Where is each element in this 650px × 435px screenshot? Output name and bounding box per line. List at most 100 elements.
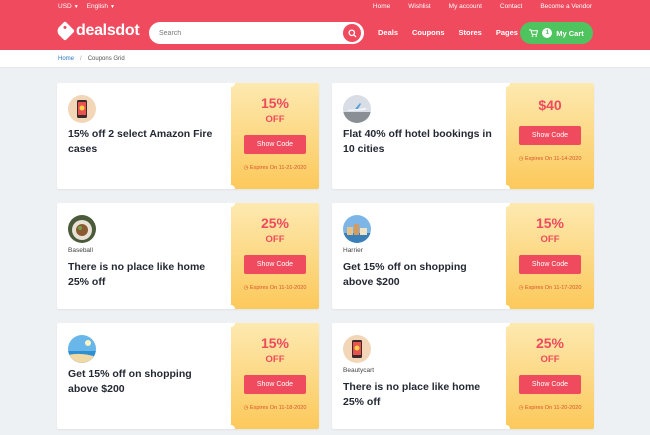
coupon-offer-panel: 15% OFF Show Code ◷ Expires On 11-18-202… — [227, 323, 319, 429]
show-code-button[interactable]: Show Code — [244, 135, 306, 154]
discount-percent: 15% — [260, 95, 290, 111]
coupon-card: Baseball There is no place like home 25%… — [57, 203, 319, 309]
ticket-notch — [227, 323, 235, 327]
top-link-account[interactable]: My account — [449, 3, 482, 10]
top-link-home[interactable]: Home — [373, 3, 390, 10]
main-nav: Deals Coupons Stores Pages — [378, 28, 518, 37]
discount-amount: $40 — [538, 97, 562, 113]
breadcrumb: Home / Coupons Grid — [0, 50, 650, 68]
expiry-text: Expires On 11-10-2020 — [249, 285, 307, 291]
store-logo — [343, 335, 371, 363]
store-name[interactable]: Baseball — [68, 247, 221, 254]
show-code-button[interactable]: Show Code — [519, 375, 581, 394]
expiry-text: Expires On 11-20-2020 — [524, 405, 582, 411]
logo[interactable]: dealsdot — [55, 21, 140, 41]
coupon-offer-panel: $40 Show Code ◷ Expires On 11-14-2020 — [502, 83, 594, 189]
store-name[interactable]: Harrier — [343, 247, 496, 254]
expiry-date: ◷ Expires On 11-10-2020 — [231, 285, 319, 291]
expiry-date: ◷ Expires On 11-21-2020 — [231, 165, 319, 171]
show-code-button[interactable]: Show Code — [244, 375, 306, 394]
beach-icon — [68, 335, 96, 363]
coupon-offer-panel: 15% OFF Show Code ◷ Expires On 11-21-202… — [227, 83, 319, 189]
caret-down-icon: ▼ — [73, 4, 79, 10]
ticket-notch — [502, 203, 510, 207]
currency-label: USD — [58, 3, 72, 10]
airplane-icon — [343, 95, 371, 123]
expiry-date: ◷ Expires On 11-20-2020 — [506, 405, 594, 411]
breadcrumb-home[interactable]: Home — [58, 56, 74, 62]
search-button[interactable] — [343, 24, 361, 42]
show-code-button[interactable]: Show Code — [244, 255, 306, 274]
coupon-card: Get 15% off on shopping above $200 15% O… — [57, 323, 319, 429]
coupon-card: Flat 40% off hotel bookings in 10 cities… — [332, 83, 594, 189]
nav-coupons[interactable]: Coupons — [412, 28, 445, 37]
discount-off-label: OFF — [265, 114, 285, 125]
ticket-notch — [502, 83, 510, 87]
ticket-notch — [227, 83, 235, 87]
top-bar: USD ▼ English ▼ Home Wishlist My account C… — [0, 0, 650, 13]
site-header: USD ▼ English ▼ Home Wishlist My account C… — [0, 0, 650, 50]
brand-name: dealsdot — [76, 22, 140, 39]
store-logo — [343, 215, 371, 243]
coupon-title[interactable]: 15% off 2 select Amazon Fire cases — [68, 127, 221, 157]
cart-button[interactable]: 1 My Cart — [520, 22, 593, 44]
show-code-button[interactable]: Show Code — [519, 126, 581, 145]
city-icon — [343, 215, 371, 243]
ticket-notch — [502, 425, 510, 429]
expiry-text: Expires On 11-18-2020 — [249, 405, 307, 411]
ticket-notch — [502, 185, 510, 189]
nav-pages[interactable]: Pages — [496, 28, 518, 37]
nav-deals[interactable]: Deals — [378, 28, 398, 37]
expiry-text: Expires On 11-21-2020 — [249, 165, 307, 171]
coupon-title[interactable]: Get 15% off on shopping above $200 — [343, 260, 496, 290]
cart-count-badge: 1 — [542, 28, 553, 38]
ticket-notch — [227, 203, 235, 207]
store-logo — [68, 215, 96, 243]
expiry-date: ◷ Expires On 11-14-2020 — [506, 156, 594, 162]
discount-percent: 25% — [535, 335, 565, 351]
search-input[interactable] — [159, 27, 339, 39]
caret-down-icon: ▼ — [110, 4, 115, 10]
ticket-notch — [227, 305, 235, 309]
show-code-button[interactable]: Show Code — [519, 255, 581, 274]
ticket-notch — [502, 305, 510, 309]
language-label: English — [86, 3, 109, 10]
phone-icon — [68, 95, 96, 123]
clock-icon: ◷ — [518, 405, 524, 411]
store-logo — [343, 95, 371, 123]
top-link-wishlist[interactable]: Wishlist — [408, 3, 430, 10]
coupon-title[interactable]: Flat 40% off hotel bookings in 10 cities — [343, 127, 496, 157]
plate-icon — [68, 215, 96, 243]
store-name[interactable]: Beautycart — [343, 367, 496, 374]
clock-icon: ◷ — [518, 285, 524, 291]
discount-off-label: OFF — [540, 354, 560, 365]
ticket-notch — [502, 323, 510, 327]
currency-selector[interactable]: USD ▼ — [58, 3, 79, 10]
discount-off-label: OFF — [265, 234, 285, 245]
coupon-offer-panel: 15% OFF Show Code ◷ Expires On 11-17-202… — [502, 203, 594, 309]
phone-icon — [343, 335, 371, 363]
top-link-contact[interactable]: Contact — [500, 3, 522, 10]
discount-percent: 25% — [260, 215, 290, 231]
ticket-notch — [227, 185, 235, 189]
clock-icon: ◷ — [243, 405, 249, 411]
language-selector[interactable]: English ▼ — [87, 3, 115, 10]
ticket-notch — [227, 425, 235, 429]
breadcrumb-current: Coupons Grid — [87, 56, 125, 62]
coupon-title[interactable]: There is no place like home 25% off — [343, 380, 496, 410]
cart-label: My Cart — [556, 28, 584, 38]
search-icon — [347, 28, 357, 38]
clock-icon: ◷ — [243, 285, 249, 291]
clock-icon: ◷ — [243, 165, 249, 171]
clock-icon: ◷ — [518, 156, 524, 162]
expiry-text: Expires On 11-17-2020 — [524, 285, 582, 291]
top-link-vendor[interactable]: Become a Vendor — [540, 3, 592, 10]
discount-percent: 15% — [535, 215, 565, 231]
coupon-title[interactable]: There is no place like home 25% off — [68, 260, 221, 290]
coupon-card: 15% off 2 select Amazon Fire cases 15% O… — [57, 83, 319, 189]
search-box — [149, 22, 364, 44]
coupon-offer-panel: 25% OFF Show Code ◷ Expires On 11-10-202… — [227, 203, 319, 309]
coupon-title[interactable]: Get 15% off on shopping above $200 — [68, 367, 221, 397]
breadcrumb-separator: / — [80, 56, 82, 62]
nav-stores[interactable]: Stores — [459, 28, 482, 37]
